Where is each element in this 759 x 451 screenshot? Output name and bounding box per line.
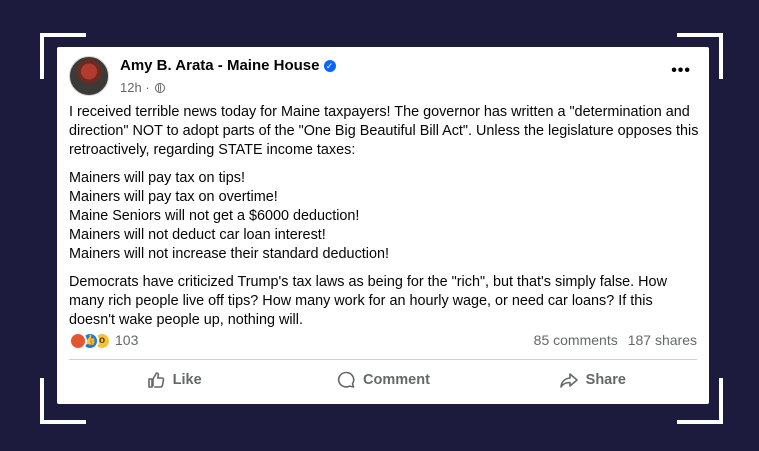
comments-count[interactable]: 85 comments — [534, 332, 618, 348]
comment-icon — [337, 371, 355, 388]
list-item: Mainers will pay tax on overtime! — [69, 189, 278, 205]
share-icon — [559, 373, 578, 388]
angry-reaction-icon — [69, 332, 87, 350]
verified-badge-icon: ✓ — [323, 60, 336, 72]
post-body: I received terrible news today for Maine… — [69, 103, 701, 339]
list-item: Mainers will not deduct car loan interes… — [69, 227, 326, 243]
reaction-count[interactable]: 103 — [115, 332, 138, 348]
avatar[interactable] — [69, 56, 109, 96]
engagement-stats: 85 comments 187 shares — [534, 332, 697, 348]
like-button[interactable]: Like — [69, 363, 278, 397]
shares-count[interactable]: 187 shares — [628, 332, 697, 348]
action-bar: Like Comment Share — [69, 363, 697, 397]
post-header: Amy B. Arata - Maine House ✓ 12h · ••• — [69, 56, 697, 98]
post-meta: 12h · — [120, 80, 166, 95]
globe-icon — [155, 82, 166, 93]
comment-label: Comment — [363, 372, 430, 388]
more-options-icon[interactable]: ••• — [671, 63, 691, 79]
share-button[interactable]: Share — [488, 363, 697, 397]
thumbs-up-icon — [147, 372, 164, 388]
share-label: Share — [585, 372, 626, 388]
author-name[interactable]: Amy B. Arata - Maine House — [120, 57, 320, 74]
list-item: Mainers will pay tax on tips! — [69, 170, 245, 186]
post-paragraph-2: Democrats have criticized Trump's tax la… — [69, 274, 667, 328]
post-card: Amy B. Arata - Maine House ✓ 12h · ••• I … — [57, 47, 709, 404]
list-item: Maine Seniors will not get a $6000 deduc… — [69, 208, 360, 224]
list-item: Mainers will not increase their standard… — [69, 246, 389, 262]
post-paragraph-1: I received terrible news today for Maine… — [69, 104, 699, 158]
divider — [69, 359, 697, 360]
like-label: Like — [172, 372, 202, 388]
post-list: Mainers will pay tax on tips! Mainers wi… — [69, 169, 701, 264]
comment-button[interactable]: Comment — [278, 363, 487, 397]
post-time[interactable]: 12h — [120, 80, 142, 95]
author-name-row: Amy B. Arata - Maine House ✓ — [120, 57, 336, 74]
